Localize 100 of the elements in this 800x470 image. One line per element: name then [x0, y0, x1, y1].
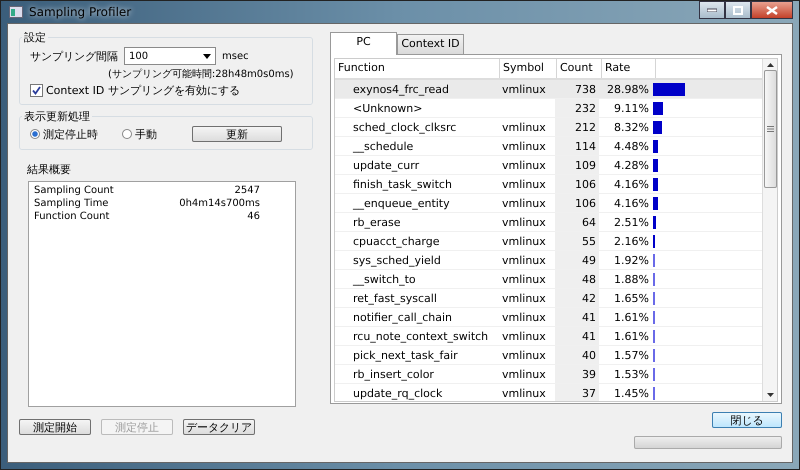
action-button[interactable]: データクリア — [183, 419, 255, 435]
symbol-cell: vmlinux — [502, 140, 546, 152]
refresh-button[interactable]: 更新 — [192, 126, 282, 142]
close-dialog-button[interactable]: 閉じる — [712, 412, 782, 428]
rate-cell-text: 9.11% — [613, 100, 650, 116]
symbol-cell: vmlinux — [502, 272, 546, 286]
symbol-cell: vmlinux — [502, 386, 546, 400]
function-cell-text: notifier_call_chain — [352, 310, 453, 326]
summary-label: Sampling Time — [34, 197, 108, 210]
function-cell-text: __switch_to — [352, 272, 417, 288]
radio-label: 手動 — [135, 126, 157, 142]
unit-label: msec — [222, 50, 249, 62]
count-cell: 40 — [555, 346, 599, 364]
summary-value: 46 — [247, 210, 260, 223]
symbol-cell: vmlinux — [502, 216, 546, 228]
rate-cell-text: 4.28% — [613, 158, 650, 174]
rate-bar — [653, 216, 656, 228]
scroll-up-icon — [766, 63, 774, 67]
table-row[interactable]: pick_next_task_fair vmlinux 40 1.57% — [335, 346, 762, 365]
function-cell-text: __enqueue_entity — [352, 196, 451, 212]
column-header[interactable]: Symbol — [500, 59, 557, 78]
maximize-icon — [733, 6, 743, 14]
capacity-note: (サンプリング可能時間:28h48m0s0ms) — [108, 68, 295, 81]
scroll-thumb[interactable] — [764, 70, 776, 188]
rate-cell-text: 2.51% — [613, 214, 650, 230]
rate-bar — [653, 82, 685, 96]
count-cell: 55 — [555, 232, 599, 250]
count-cell: 64 — [555, 213, 599, 231]
function-cell-text: sys_sched_yield — [352, 252, 442, 269]
table-row[interactable]: update_curr vmlinux 109 4.28% — [335, 156, 762, 175]
rate-cell-text: 8.32% — [613, 120, 650, 136]
symbol-cell: vmlinux — [502, 254, 546, 266]
rate-bar — [653, 234, 656, 248]
tab[interactable]: Context ID — [397, 34, 464, 54]
function-cell-text: ret_fast_syscall — [352, 290, 438, 307]
rate-cell-text: 28.98% — [606, 82, 650, 98]
rate-cell-text: 1.61% — [613, 310, 650, 326]
interval-dropdown[interactable]: 100 — [124, 47, 216, 65]
count-cell: 39 — [555, 365, 599, 383]
action-button[interactable]: 測定開始 — [19, 419, 91, 435]
rate-bar — [653, 196, 658, 210]
symbol-cell: vmlinux — [502, 82, 546, 96]
table-row[interactable]: exynos4_frc_read vmlinux 738 28.98% — [335, 80, 762, 99]
radio-button[interactable] — [122, 129, 132, 139]
column-header[interactable]: Rate — [602, 59, 656, 78]
symbol-cell: vmlinux — [502, 234, 546, 248]
minimize-button[interactable] — [699, 1, 725, 19]
tab[interactable]: PC — [330, 32, 397, 55]
table-row[interactable]: sys_sched_yield vmlinux 49 1.92% — [335, 251, 762, 270]
scrollbar[interactable] — [762, 59, 777, 401]
table-row[interactable]: ret_fast_syscall vmlinux 42 1.65% — [335, 289, 762, 308]
rate-cell-text: 1.61% — [613, 328, 650, 344]
summary-value: 0h4m14s700ms — [179, 197, 260, 210]
close-button[interactable] — [751, 1, 793, 19]
rate-cell-text: 4.48% — [613, 138, 650, 154]
group-title: 設定 — [23, 30, 47, 45]
column-header[interactable]: Count — [557, 59, 602, 78]
radio-button[interactable] — [30, 129, 40, 139]
function-cell-text: rb_erase — [352, 214, 402, 231]
summary-label: Function Count — [34, 210, 110, 223]
table-row[interactable]: notifier_call_chain vmlinux 41 1.61% — [335, 308, 762, 327]
symbol-cell: vmlinux — [502, 158, 546, 172]
table-row[interactable]: __switch_to vmlinux 48 1.88% — [335, 270, 762, 289]
maximize-button[interactable] — [725, 1, 751, 19]
table-row[interactable]: cpuacct_charge vmlinux 55 2.16% — [335, 232, 762, 251]
rate-cell-text: 1.65% — [613, 290, 650, 306]
count-cell-text: 738 — [574, 82, 597, 98]
rate-cell-text: 1.88% — [613, 272, 650, 288]
rate-bar — [653, 178, 658, 190]
rate-bar — [653, 120, 662, 134]
table-row[interactable]: update_rq_clock vmlinux 37 1.45% — [335, 384, 762, 401]
table-row[interactable]: __enqueue_entity vmlinux 106 4.16% — [335, 194, 762, 213]
table-row[interactable]: rcu_note_context_switch vmlinux 41 1.61% — [335, 327, 762, 346]
rate-cell-text: 1.53% — [613, 366, 650, 382]
summary-label: Sampling Count — [34, 184, 114, 197]
table-row[interactable]: rb_erase vmlinux 64 2.51% — [335, 213, 762, 232]
summary-title: 結果概要 — [27, 162, 72, 177]
symbol-cell: vmlinux — [502, 292, 546, 304]
function-cell-text: <Unknown> — [352, 100, 424, 116]
table-row[interactable]: <Unknown> 232 9.11% — [335, 99, 762, 118]
table-row[interactable]: __schedule vmlinux 114 4.48% — [335, 137, 762, 156]
rate-bar — [653, 140, 658, 152]
column-header[interactable]: Function — [335, 59, 500, 78]
caret-icon — [203, 54, 211, 58]
checkbox[interactable] — [30, 84, 43, 97]
table-row[interactable]: sched_clock_clksrc vmlinux 212 8.32% — [335, 118, 762, 137]
function-cell-text: cpuacct_charge — [352, 234, 440, 250]
count-cell: 42 — [555, 289, 599, 307]
symbol-cell: vmlinux — [502, 178, 546, 190]
table-row[interactable]: rb_insert_color vmlinux 39 1.53% — [335, 365, 762, 384]
rate-cell-text: 2.16% — [613, 234, 650, 250]
function-cell-text: __schedule — [352, 138, 414, 155]
radio-label: 測定停止時 — [43, 126, 98, 142]
grip-icon — [766, 126, 774, 132]
function-cell-text: sched_clock_clksrc — [352, 120, 458, 136]
function-cell-text: update_rq_clock — [352, 386, 444, 401]
table-row[interactable]: finish_task_switch vmlinux 106 4.16% — [335, 175, 762, 194]
symbol-cell: vmlinux — [502, 196, 546, 210]
checkbox-label: Context ID サンプリングを有効にする — [46, 83, 240, 98]
rate-bar — [653, 254, 656, 266]
